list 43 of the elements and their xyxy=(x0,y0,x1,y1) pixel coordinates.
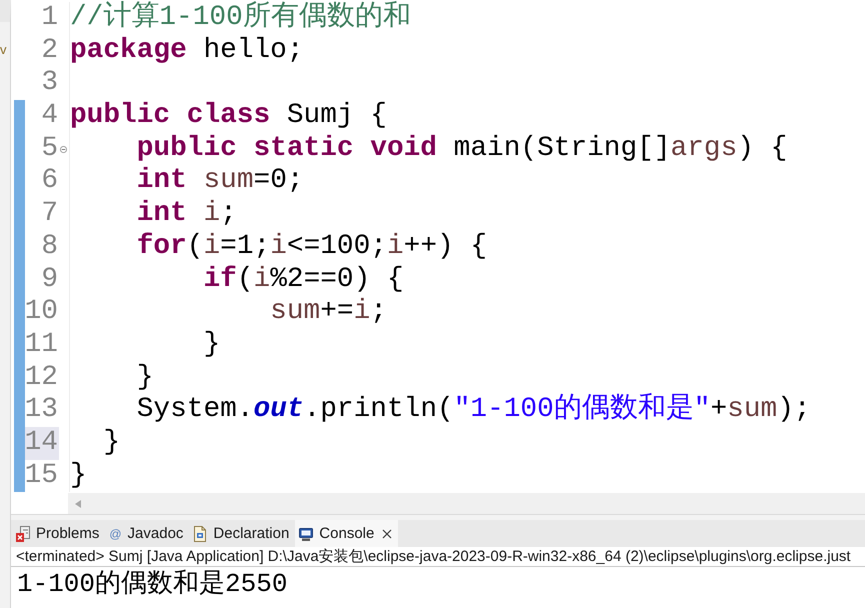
code-line: //计算1-100所有偶数的和 xyxy=(70,2,411,33)
line-number: 2 xyxy=(41,34,59,68)
line-number: 4 xyxy=(41,100,59,133)
code-line: } xyxy=(136,362,154,393)
line-number: 3 xyxy=(41,67,59,100)
code-line: } xyxy=(203,328,220,360)
console-output: 1-100的偶数和是2550 xyxy=(16,568,288,600)
line-number: 9 xyxy=(41,264,59,296)
line-number: 8 xyxy=(41,230,59,264)
line-number: 12 xyxy=(24,362,59,394)
code-line: public class Sumj { xyxy=(70,100,387,132)
panel-label: v xyxy=(0,42,8,58)
line-number: 10 xyxy=(24,296,59,329)
code-line: if(i%2==0) { xyxy=(203,264,404,294)
document-icon xyxy=(193,526,208,542)
monitor-icon xyxy=(299,526,314,542)
line-number: 1 xyxy=(41,2,59,35)
view-tab[interactable]: Console xyxy=(295,520,398,547)
line-number: 13 xyxy=(24,394,59,427)
console-status: <terminated> Sumj [Java Application] D:\Java安装包\eclipse-java-2023-09-R-win32-x86_64 (2)\eclipse\plugins\org.eclipse.just xyxy=(11,547,865,567)
code-line: } xyxy=(70,460,87,491)
line-number: 6 xyxy=(41,165,59,198)
collapse-icon[interactable] xyxy=(60,146,67,153)
code-line: } xyxy=(103,426,120,458)
code-line: sum+=i; xyxy=(270,296,387,328)
close-icon[interactable] xyxy=(382,528,392,538)
code-line: System.out.println("1-100的偶数和是"+sum); xyxy=(136,394,811,426)
view-tab[interactable]: Problems xyxy=(12,520,106,547)
horizontal-scrollbar[interactable] xyxy=(68,493,865,514)
line-number: 5 xyxy=(41,132,59,166)
error-document-icon xyxy=(16,526,30,542)
code-line: package hello; xyxy=(70,34,304,66)
code-line: int sum=0; xyxy=(136,165,304,196)
line-number: 11 xyxy=(24,328,59,362)
line-number: 7 xyxy=(41,198,59,231)
line-number: 15 xyxy=(24,460,59,492)
view-tab[interactable]: @ Javadoc xyxy=(105,520,190,547)
at-sign-icon: @ xyxy=(109,526,122,540)
line-number: 14 xyxy=(24,426,59,460)
code-line: public static void main(String[]args) { xyxy=(136,132,788,164)
view-tab[interactable]: Declaration xyxy=(189,520,296,547)
code-line: for(i=1;i<=100;i++) { xyxy=(136,230,488,262)
code-line: int i; xyxy=(136,198,237,230)
